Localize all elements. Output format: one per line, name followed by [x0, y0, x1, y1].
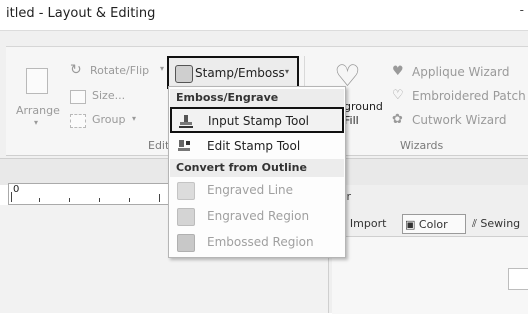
chevron-down-icon: ▾ [160, 64, 165, 73]
dropdown-arrow-icon: ▾ [34, 118, 39, 127]
panel-tabs: ▦ Import ▣ Color ⫽ Sewing [332, 214, 528, 234]
menu-item-label: Engraved Line [207, 183, 294, 197]
applique-wizard-button[interactable]: ♥ Applique Wizard [392, 64, 528, 82]
color-icon: ▣ [405, 218, 416, 231]
engraved-region-icon [177, 208, 195, 226]
menu-section-convert-outline: Convert from Outline [170, 159, 344, 177]
arrange-label: Arrange [16, 104, 60, 117]
cutwork-icon: ✿ [392, 112, 403, 127]
group-icon [70, 114, 86, 128]
ruler-tick [159, 194, 160, 202]
panel-body [332, 236, 528, 314]
wizards-group-label: Wizards [400, 139, 444, 152]
size-label: Size... [92, 89, 126, 102]
background-fill-label-2: Fill [344, 114, 359, 127]
menu-item-engraved-region[interactable]: Engraved Region [171, 205, 343, 227]
ruler-tick [99, 198, 100, 202]
stamp-tool-icon [178, 113, 194, 129]
cutwork-wizard-button[interactable]: ✿ Cutwork Wizard [392, 112, 528, 130]
arrange-icon [26, 68, 48, 94]
tab-color[interactable]: ▣ Color [402, 214, 466, 234]
menu-item-engraved-line[interactable]: Engraved Line [171, 179, 343, 201]
rotate-flip-button[interactable]: ↻ Rotate/Flip ▾ [70, 62, 170, 82]
menu-item-label: Input Stamp Tool [208, 114, 309, 128]
edit-group-label: Edit [148, 139, 170, 152]
ruler-tick [39, 198, 40, 202]
engraved-line-icon [177, 182, 195, 200]
panel-button[interactable] [508, 268, 528, 290]
tab-sewing[interactable]: ⫽ Sewing [472, 214, 528, 234]
chevron-down-icon: ▾ [285, 67, 290, 76]
menu-item-label: Edit Stamp Tool [207, 139, 301, 153]
stamp-emboss-label: Stamp/Emboss [195, 66, 285, 80]
tab-color-label: Color [418, 218, 448, 231]
minimize-button[interactable]: - [520, 3, 524, 17]
chevron-down-icon: ▾ [132, 114, 137, 123]
edit-stamp-icon [177, 138, 193, 154]
stamp-emboss-menu: Emboss/Engrave Input Stamp Tool Edit Sta… [168, 86, 346, 258]
applique-wizard-label: Applique Wizard [412, 65, 510, 79]
stamp-emboss-icon [175, 65, 193, 83]
cutwork-wizard-label: Cutwork Wizard [412, 113, 507, 127]
menu-item-label: Embossed Region [207, 235, 314, 249]
embroidered-patch-label: Embroidered Patch [412, 89, 526, 103]
embroidered-patch-button[interactable]: ♡ Embroidered Patch [392, 88, 528, 106]
group-label: Group [92, 113, 126, 126]
menu-section-emboss-engrave: Emboss/Engrave [170, 89, 344, 107]
ruler-zero-label: 0 [13, 184, 20, 195]
applique-heart-icon: ♥ [392, 64, 404, 79]
menu-item-edit-stamp-tool[interactable]: Edit Stamp Tool [171, 135, 343, 157]
sewing-icon: ⫽ [472, 217, 477, 230]
size-icon [70, 90, 86, 104]
tab-sewing-label: Sewing [480, 217, 521, 230]
ruler-tick [69, 198, 70, 202]
patch-heart-icon: ♡ [392, 88, 404, 103]
menu-item-embossed-region[interactable]: Embossed Region [171, 231, 343, 253]
stamp-emboss-button[interactable]: Stamp/Emboss ▾ [167, 56, 299, 89]
rotate-icon: ↻ [70, 62, 82, 78]
menu-item-input-stamp-tool[interactable]: Input Stamp Tool [170, 107, 344, 133]
ruler-tick [11, 192, 12, 202]
background-fill-label: ground [344, 100, 383, 113]
ruler-tick [129, 198, 130, 202]
menu-item-label: Engraved Region [207, 209, 310, 223]
arrange-button[interactable]: Arrange ▾ [14, 60, 64, 130]
rotate-flip-label: Rotate/Flip [90, 64, 150, 77]
size-button[interactable]: Size... [70, 88, 150, 106]
group-button[interactable]: Group ▾ [70, 112, 150, 130]
embossed-region-icon [177, 234, 195, 252]
window-title: itled - Layout & Editing [6, 6, 156, 21]
tab-import-label: Import [349, 217, 387, 230]
